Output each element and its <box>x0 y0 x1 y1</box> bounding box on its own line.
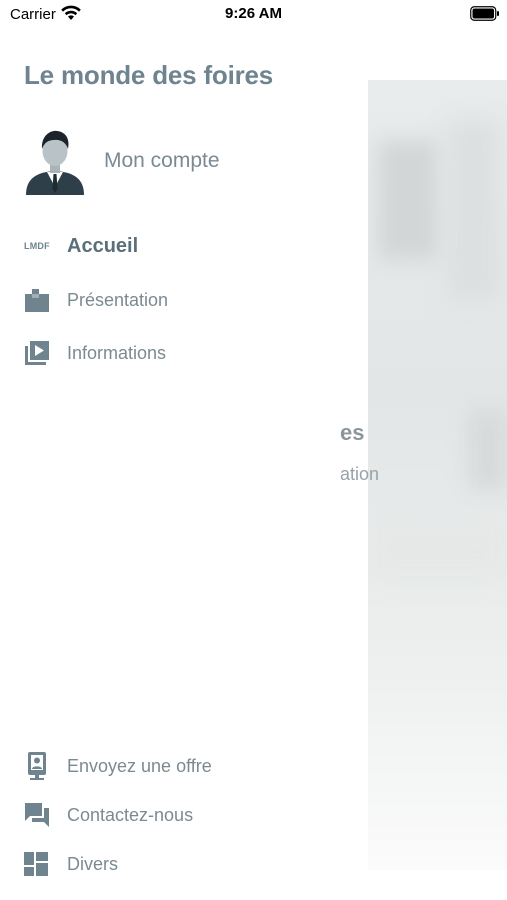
nav-label: Informations <box>67 342 167 363</box>
nav-item-divers[interactable]: Divers <box>24 846 354 882</box>
screen: es ation Carrier 9:26 AM Le monde des fo… <box>0 0 507 900</box>
background-page[interactable] <box>368 80 507 870</box>
nav-item-informations[interactable]: Informations <box>24 335 354 371</box>
account-button[interactable]: Mon compte <box>24 126 344 196</box>
nav-label: Divers <box>67 853 119 874</box>
background-subtitle-fragment: ation <box>340 464 380 484</box>
chat-bubbles-icon <box>24 801 52 829</box>
lmdf-logo-text: LMDF <box>24 241 50 251</box>
background-image-blur <box>378 140 438 260</box>
background-image-blur <box>368 520 507 580</box>
nav-label: Contactez-nous <box>67 804 194 825</box>
drawer-title: Le monde des foires <box>24 60 274 90</box>
background-image-blur <box>448 120 498 300</box>
status-time: 9:26 AM <box>225 5 282 22</box>
background-image-blur <box>468 410 507 490</box>
folder-icon <box>24 286 52 314</box>
businessman-avatar-icon <box>26 130 84 195</box>
battery-icon <box>470 6 499 21</box>
nav-item-accueil[interactable]: LMDF Accueil <box>24 228 354 264</box>
account-label: Mon compte <box>104 149 220 172</box>
dashboard-icon <box>24 850 52 878</box>
nav-item-contactez-nous[interactable]: Contactez-nous <box>24 797 354 833</box>
nav-item-envoyez-une-offre[interactable]: Envoyez une offre <box>24 748 354 784</box>
status-bar: Carrier 9:26 AM <box>0 0 507 30</box>
background-title-fragment: es <box>340 420 365 445</box>
video-library-icon <box>24 339 52 367</box>
contact-card-icon <box>24 752 52 780</box>
lmdf-logo-icon: LMDF <box>24 232 52 260</box>
nav-label: Envoyez une offre <box>67 755 212 776</box>
nav-label: Accueil <box>67 234 139 257</box>
drawer-edge <box>300 400 368 500</box>
nav-item-presentation[interactable]: Présentation <box>24 282 354 318</box>
nav-label: Présentation <box>67 289 169 310</box>
